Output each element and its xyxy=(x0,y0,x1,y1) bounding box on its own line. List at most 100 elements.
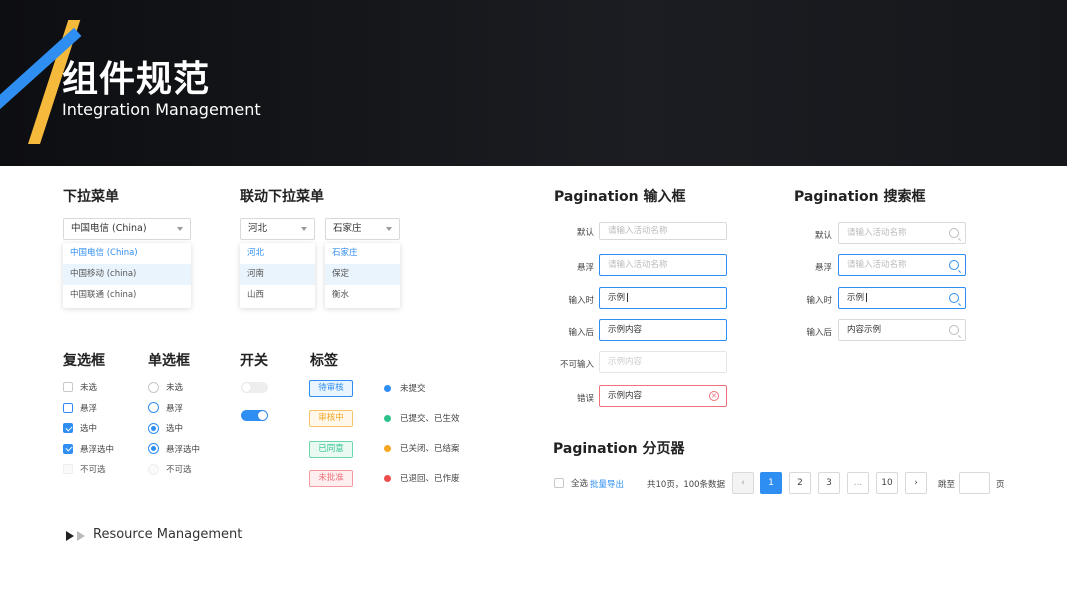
input-typing-value: 示例 xyxy=(608,293,626,303)
checkbox-box[interactable] xyxy=(554,478,564,488)
radio-item[interactable]: 悬浮 xyxy=(148,401,200,415)
checkbox-item[interactable]: 悬浮 xyxy=(63,401,114,415)
status-item: 已退回、已作废 xyxy=(384,472,460,484)
checkbox-item[interactable]: 悬浮选中 xyxy=(63,442,114,456)
search-input-hover[interactable]: 请输入活动名称 xyxy=(838,254,966,276)
checkbox-label: 选中 xyxy=(80,424,98,434)
cascade-province-option[interactable]: 河北 xyxy=(240,243,315,264)
page-button-3[interactable]: 3 xyxy=(818,472,840,494)
page-button-10[interactable]: 10 xyxy=(876,472,898,494)
page-ellipsis[interactable]: ... xyxy=(847,472,869,494)
cascade-city-option[interactable]: 保定 xyxy=(325,264,400,285)
page-button-2[interactable]: 2 xyxy=(789,472,811,494)
input-label: 输入后 xyxy=(568,328,594,338)
dropdown-select[interactable]: 中国电信 (China) xyxy=(63,218,191,240)
search-input-typing[interactable]: 示例 xyxy=(838,287,966,309)
search-icon[interactable] xyxy=(949,325,959,335)
radio-label: 选中 xyxy=(166,424,184,434)
dropdown-option[interactable]: 中国电信 (China) xyxy=(63,243,191,264)
chevron-left-icon: ‹ xyxy=(741,478,745,488)
radio-circle[interactable] xyxy=(148,402,159,413)
checkbox-item-disabled: 不可选 xyxy=(63,462,114,476)
switch-on[interactable] xyxy=(241,410,268,421)
search-input-filled[interactable]: 内容示例 xyxy=(838,319,966,341)
search-filled-value: 内容示例 xyxy=(847,325,882,335)
radio-item[interactable]: 悬浮选中 xyxy=(148,442,200,456)
checkbox-item[interactable]: 选中 xyxy=(63,421,114,435)
prev-page-button[interactable]: ‹ xyxy=(732,472,754,494)
checkbox-box-checked[interactable] xyxy=(63,443,73,454)
search-placeholder: 请输入活动名称 xyxy=(847,260,907,270)
chevron-down-icon xyxy=(386,227,392,231)
clear-error-icon[interactable]: ✕ xyxy=(709,391,719,401)
checkbox-label: 悬浮 xyxy=(80,403,98,414)
input-label: 默认 xyxy=(576,228,594,238)
input-disabled: 示例内容 xyxy=(599,351,727,373)
checkbox-group: 未选 悬浮 选中 悬浮选中 不可选 xyxy=(63,380,114,476)
page-subtitle: Integration Management xyxy=(62,100,261,119)
checkbox-section-title: 复选框 xyxy=(63,353,105,369)
search-label: 默认 xyxy=(814,231,832,241)
checkbox-box[interactable] xyxy=(63,382,73,392)
checkbox-box-checked[interactable] xyxy=(63,423,73,433)
dropdown-option[interactable]: 中国移动 (china) xyxy=(63,264,191,285)
pagination-input-title: Pagination 输入框 xyxy=(554,189,686,205)
input-error[interactable]: 示例内容 ✕ xyxy=(599,385,727,407)
radio-item[interactable]: 选中 xyxy=(148,421,200,435)
text-cursor xyxy=(627,293,629,302)
jump-page-input[interactable] xyxy=(959,472,990,494)
checkbox-item[interactable]: 未选 xyxy=(63,380,114,394)
next-page-button[interactable]: › xyxy=(905,472,927,494)
checkbox-box-disabled xyxy=(63,464,73,474)
bulk-export-link[interactable]: 批量导出 xyxy=(590,478,624,490)
switch-section-title: 开关 xyxy=(240,353,268,369)
input-label: 悬浮 xyxy=(576,263,594,273)
input-default[interactable]: 请输入活动名称 xyxy=(599,222,727,240)
page-button-1[interactable]: 1 xyxy=(760,472,782,494)
input-label: 不可输入 xyxy=(559,360,594,370)
cascade-province-select[interactable]: 河北 xyxy=(240,218,315,240)
select-all-checkbox[interactable]: 全选 xyxy=(554,476,588,490)
status-dot xyxy=(384,444,391,452)
search-input-default[interactable]: 请输入活动名称 xyxy=(838,222,966,244)
input-hover[interactable]: 请输入活动名称 xyxy=(599,254,727,276)
tag-rejected: 未批准 xyxy=(309,470,353,487)
radio-circle-checked[interactable] xyxy=(148,443,159,454)
search-icon[interactable] xyxy=(949,293,959,303)
checkbox-label: 不可选 xyxy=(80,465,106,475)
input-typing[interactable]: 示例 xyxy=(599,287,727,309)
cascade-city-select[interactable]: 石家庄 xyxy=(325,218,400,240)
chevron-right-icon: › xyxy=(914,478,918,488)
pagination-search-title: Pagination 搜索框 xyxy=(794,189,926,205)
input-label: 错误 xyxy=(576,394,594,404)
search-label: 输入后 xyxy=(806,328,832,338)
input-filled[interactable]: 示例内容 xyxy=(599,319,727,341)
chevron-down-icon xyxy=(301,227,307,231)
radio-item-disabled: 不可选 xyxy=(148,462,200,476)
dropdown-option[interactable]: 中国联通 (china) xyxy=(63,285,191,306)
switch-off[interactable] xyxy=(241,382,268,393)
page-suffix-label: 页 xyxy=(996,480,1005,490)
search-icon[interactable] xyxy=(949,260,959,270)
radio-item[interactable]: 未选 xyxy=(148,380,200,394)
cascade-city-option[interactable]: 衡水 xyxy=(325,285,400,306)
cascade-province-option[interactable]: 河南 xyxy=(240,264,315,285)
checkbox-box[interactable] xyxy=(63,402,73,413)
radio-circle[interactable] xyxy=(148,381,159,393)
pager-section-title: Pagination 分页器 xyxy=(553,441,685,457)
tag-section-title: 标签 xyxy=(310,353,338,369)
cascade-city-menu: 石家庄 保定 衡水 xyxy=(325,243,400,308)
dropdown-selected-value: 中国电信 (China) xyxy=(71,223,147,234)
radio-circle-checked[interactable] xyxy=(148,422,159,434)
chevron-down-icon xyxy=(177,227,183,231)
page-title: 组件规范 xyxy=(62,59,211,100)
status-label: 已关闭、已结案 xyxy=(400,444,460,454)
search-icon[interactable] xyxy=(949,228,959,238)
tag-approved: 已同意 xyxy=(309,441,353,458)
status-item: 已提交、已生效 xyxy=(384,412,460,424)
header-banner: 组件规范 Integration Management xyxy=(0,0,1067,166)
cascade-city-option[interactable]: 石家庄 xyxy=(325,243,400,264)
status-dot xyxy=(384,384,391,392)
status-dot xyxy=(384,474,391,482)
cascade-province-option[interactable]: 山西 xyxy=(240,285,315,306)
